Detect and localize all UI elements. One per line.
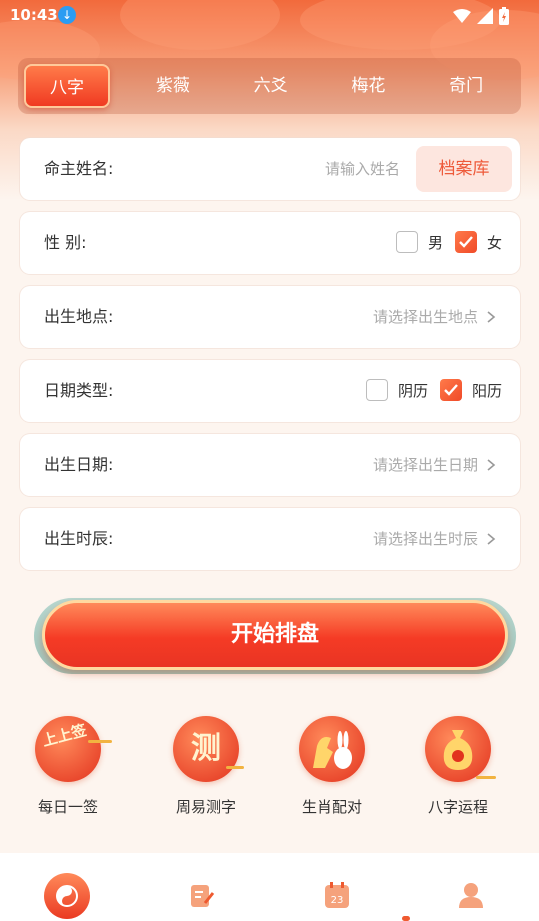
money-bag-shape (443, 730, 473, 770)
feature-label: 每日一签 (37, 798, 98, 816)
birth-date-select[interactable]: 请选择出生日期 (373, 434, 478, 496)
feature-label: 生肖配对 (301, 798, 362, 816)
name-label: 命主姓名: (44, 159, 114, 178)
checkbox-lunar[interactable] (365, 379, 388, 401)
date-type-options: 阴历 阳历 (365, 379, 502, 401)
zodiac-pair-icon (299, 716, 365, 782)
date-type-label: 日期类型: (44, 381, 114, 400)
gender-row: 性 别: 男 女 (20, 212, 520, 274)
male-label: 男 (427, 233, 443, 252)
calendar-day: 23 (331, 895, 344, 906)
gender-option-female[interactable]: 女 (454, 231, 502, 253)
feature-label: 八字运程 (427, 798, 488, 816)
birth-date-row[interactable]: 出生日期: 请选择出生日期 (20, 434, 520, 496)
status-bar: 10:43 ↓ (0, 0, 539, 30)
gender-label: 性 别: (44, 233, 87, 252)
nav-calendar[interactable]: 23 (268, 853, 402, 921)
chevron-right-icon (487, 311, 496, 323)
gender-option-male[interactable]: 男 (395, 231, 443, 253)
solar-label: 阳历 (471, 381, 502, 400)
check-icon (444, 384, 458, 396)
feature-label: 周易测字 (175, 798, 236, 816)
birth-date-label: 出生日期: (44, 455, 114, 474)
decoration-line (88, 740, 112, 743)
calendar-icon: 23 (325, 882, 349, 908)
date-type-row: 日期类型: 阴历 阳历 (20, 360, 520, 422)
signal-icon (477, 8, 493, 24)
decoration-line (476, 776, 496, 779)
checkbox-solar[interactable] (439, 379, 462, 401)
check-icon (459, 236, 473, 248)
character-test-badge: 测 (191, 731, 221, 766)
yin-yang-icon (44, 873, 90, 919)
date-type-option-lunar[interactable]: 阴历 (365, 379, 428, 401)
nav-profile[interactable] (402, 853, 536, 921)
birth-place-select[interactable]: 请选择出生地点 (373, 286, 478, 348)
bottom-navigation: 23 (0, 853, 539, 921)
download-icon: ↓ (58, 6, 76, 24)
wifi-icon (453, 9, 471, 23)
name-input[interactable]: 请输入姓名 (325, 138, 400, 200)
lottery-stick-icon: 上上签 (35, 716, 101, 782)
feature-zodiac-pair[interactable]: 生肖配对 (272, 716, 392, 817)
lottery-stick-badge: 上上签 (40, 720, 89, 750)
yin-yang-glyph (56, 885, 78, 907)
status-time: 10:43 (10, 6, 58, 24)
name-row: 命主姓名: 请输入姓名 档案库 (20, 138, 520, 200)
nav-notes[interactable] (134, 853, 268, 921)
decoration-line (226, 766, 244, 769)
nav-home[interactable] (0, 853, 134, 921)
archive-button[interactable]: 档案库 (416, 146, 512, 192)
battery-icon (499, 7, 509, 25)
feature-daily-lot[interactable]: 上上签 每日一签 (8, 716, 128, 817)
lunar-label: 阴历 (397, 381, 428, 400)
feature-bazi-fortune[interactable]: 八字运程 (398, 716, 518, 817)
checkbox-male[interactable] (395, 231, 418, 253)
user-icon (459, 883, 483, 908)
money-bag-icon (425, 716, 491, 782)
female-label: 女 (486, 233, 502, 252)
status-icons (453, 7, 509, 25)
birth-hour-label: 出生时辰: (44, 529, 114, 548)
checkbox-female[interactable] (454, 231, 477, 253)
feature-character-test[interactable]: 测 周易测字 (146, 716, 266, 817)
birth-hour-row[interactable]: 出生时辰: 请选择出生时辰 (20, 508, 520, 570)
horse-rabbit-icon (313, 731, 352, 769)
tab-meihua[interactable]: 梅花 (320, 64, 418, 108)
tab-bazi[interactable]: 八字 (24, 64, 110, 108)
chevron-right-icon (487, 459, 496, 471)
active-indicator-dot (402, 916, 410, 921)
birth-place-label: 出生地点: (44, 307, 114, 326)
gender-options: 男 女 (395, 231, 502, 253)
date-type-option-solar[interactable]: 阳历 (439, 379, 502, 401)
divination-tabs: 八字 紫薇 六爻 梅花 奇门 (18, 58, 521, 114)
tab-liuyao[interactable]: 六爻 (222, 64, 320, 108)
notes-icon (191, 885, 215, 907)
tab-qimen[interactable]: 奇门 (417, 64, 515, 108)
birth-place-row[interactable]: 出生地点: 请选择出生地点 (20, 286, 520, 348)
chevron-right-icon (487, 533, 496, 545)
start-chart-button[interactable]: 开始排盘 (42, 600, 508, 670)
tab-ziwei[interactable]: 紫薇 (124, 64, 222, 108)
birth-hour-select[interactable]: 请选择出生时辰 (373, 508, 478, 570)
character-test-icon: 测 (173, 716, 239, 782)
